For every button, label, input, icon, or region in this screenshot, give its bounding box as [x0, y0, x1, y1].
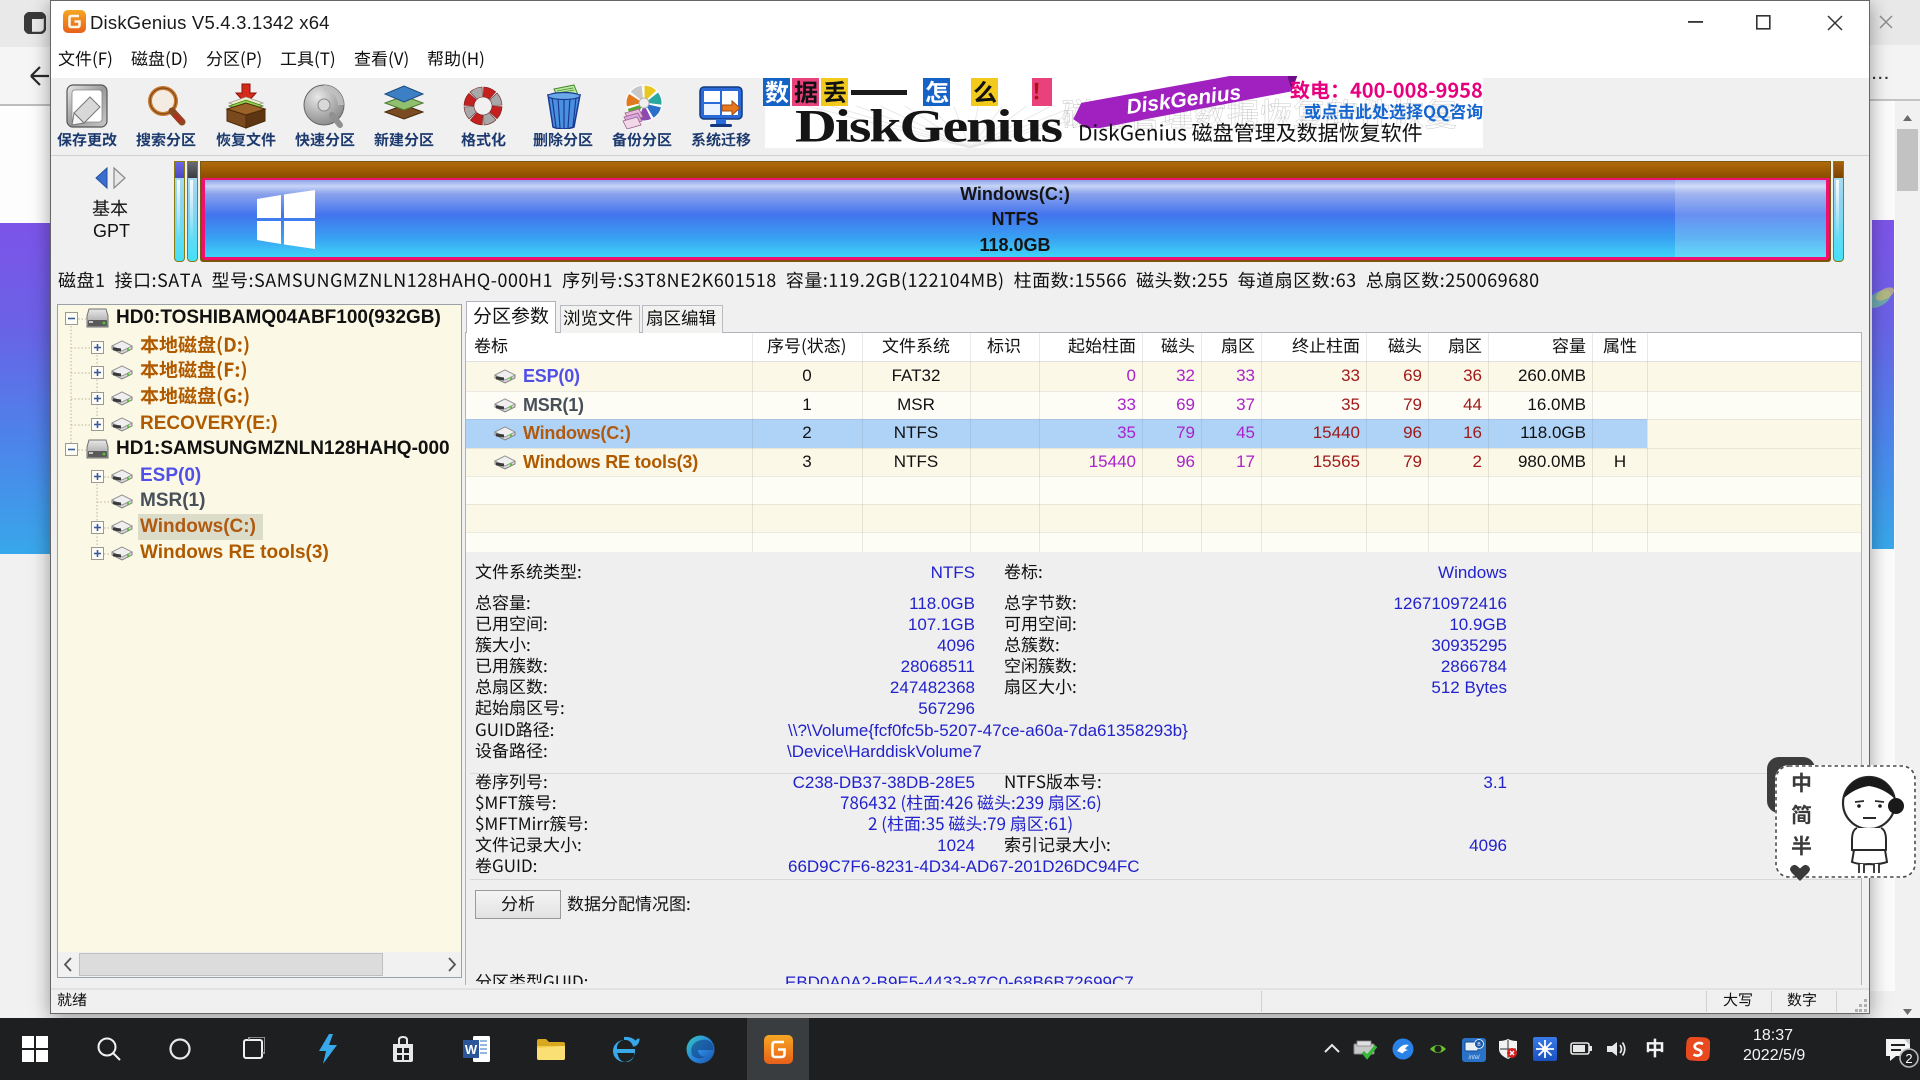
svg-text:intel: intel: [1468, 1055, 1480, 1061]
svg-text:2: 2: [1905, 1051, 1912, 1066]
svg-text:W: W: [465, 1042, 478, 1057]
